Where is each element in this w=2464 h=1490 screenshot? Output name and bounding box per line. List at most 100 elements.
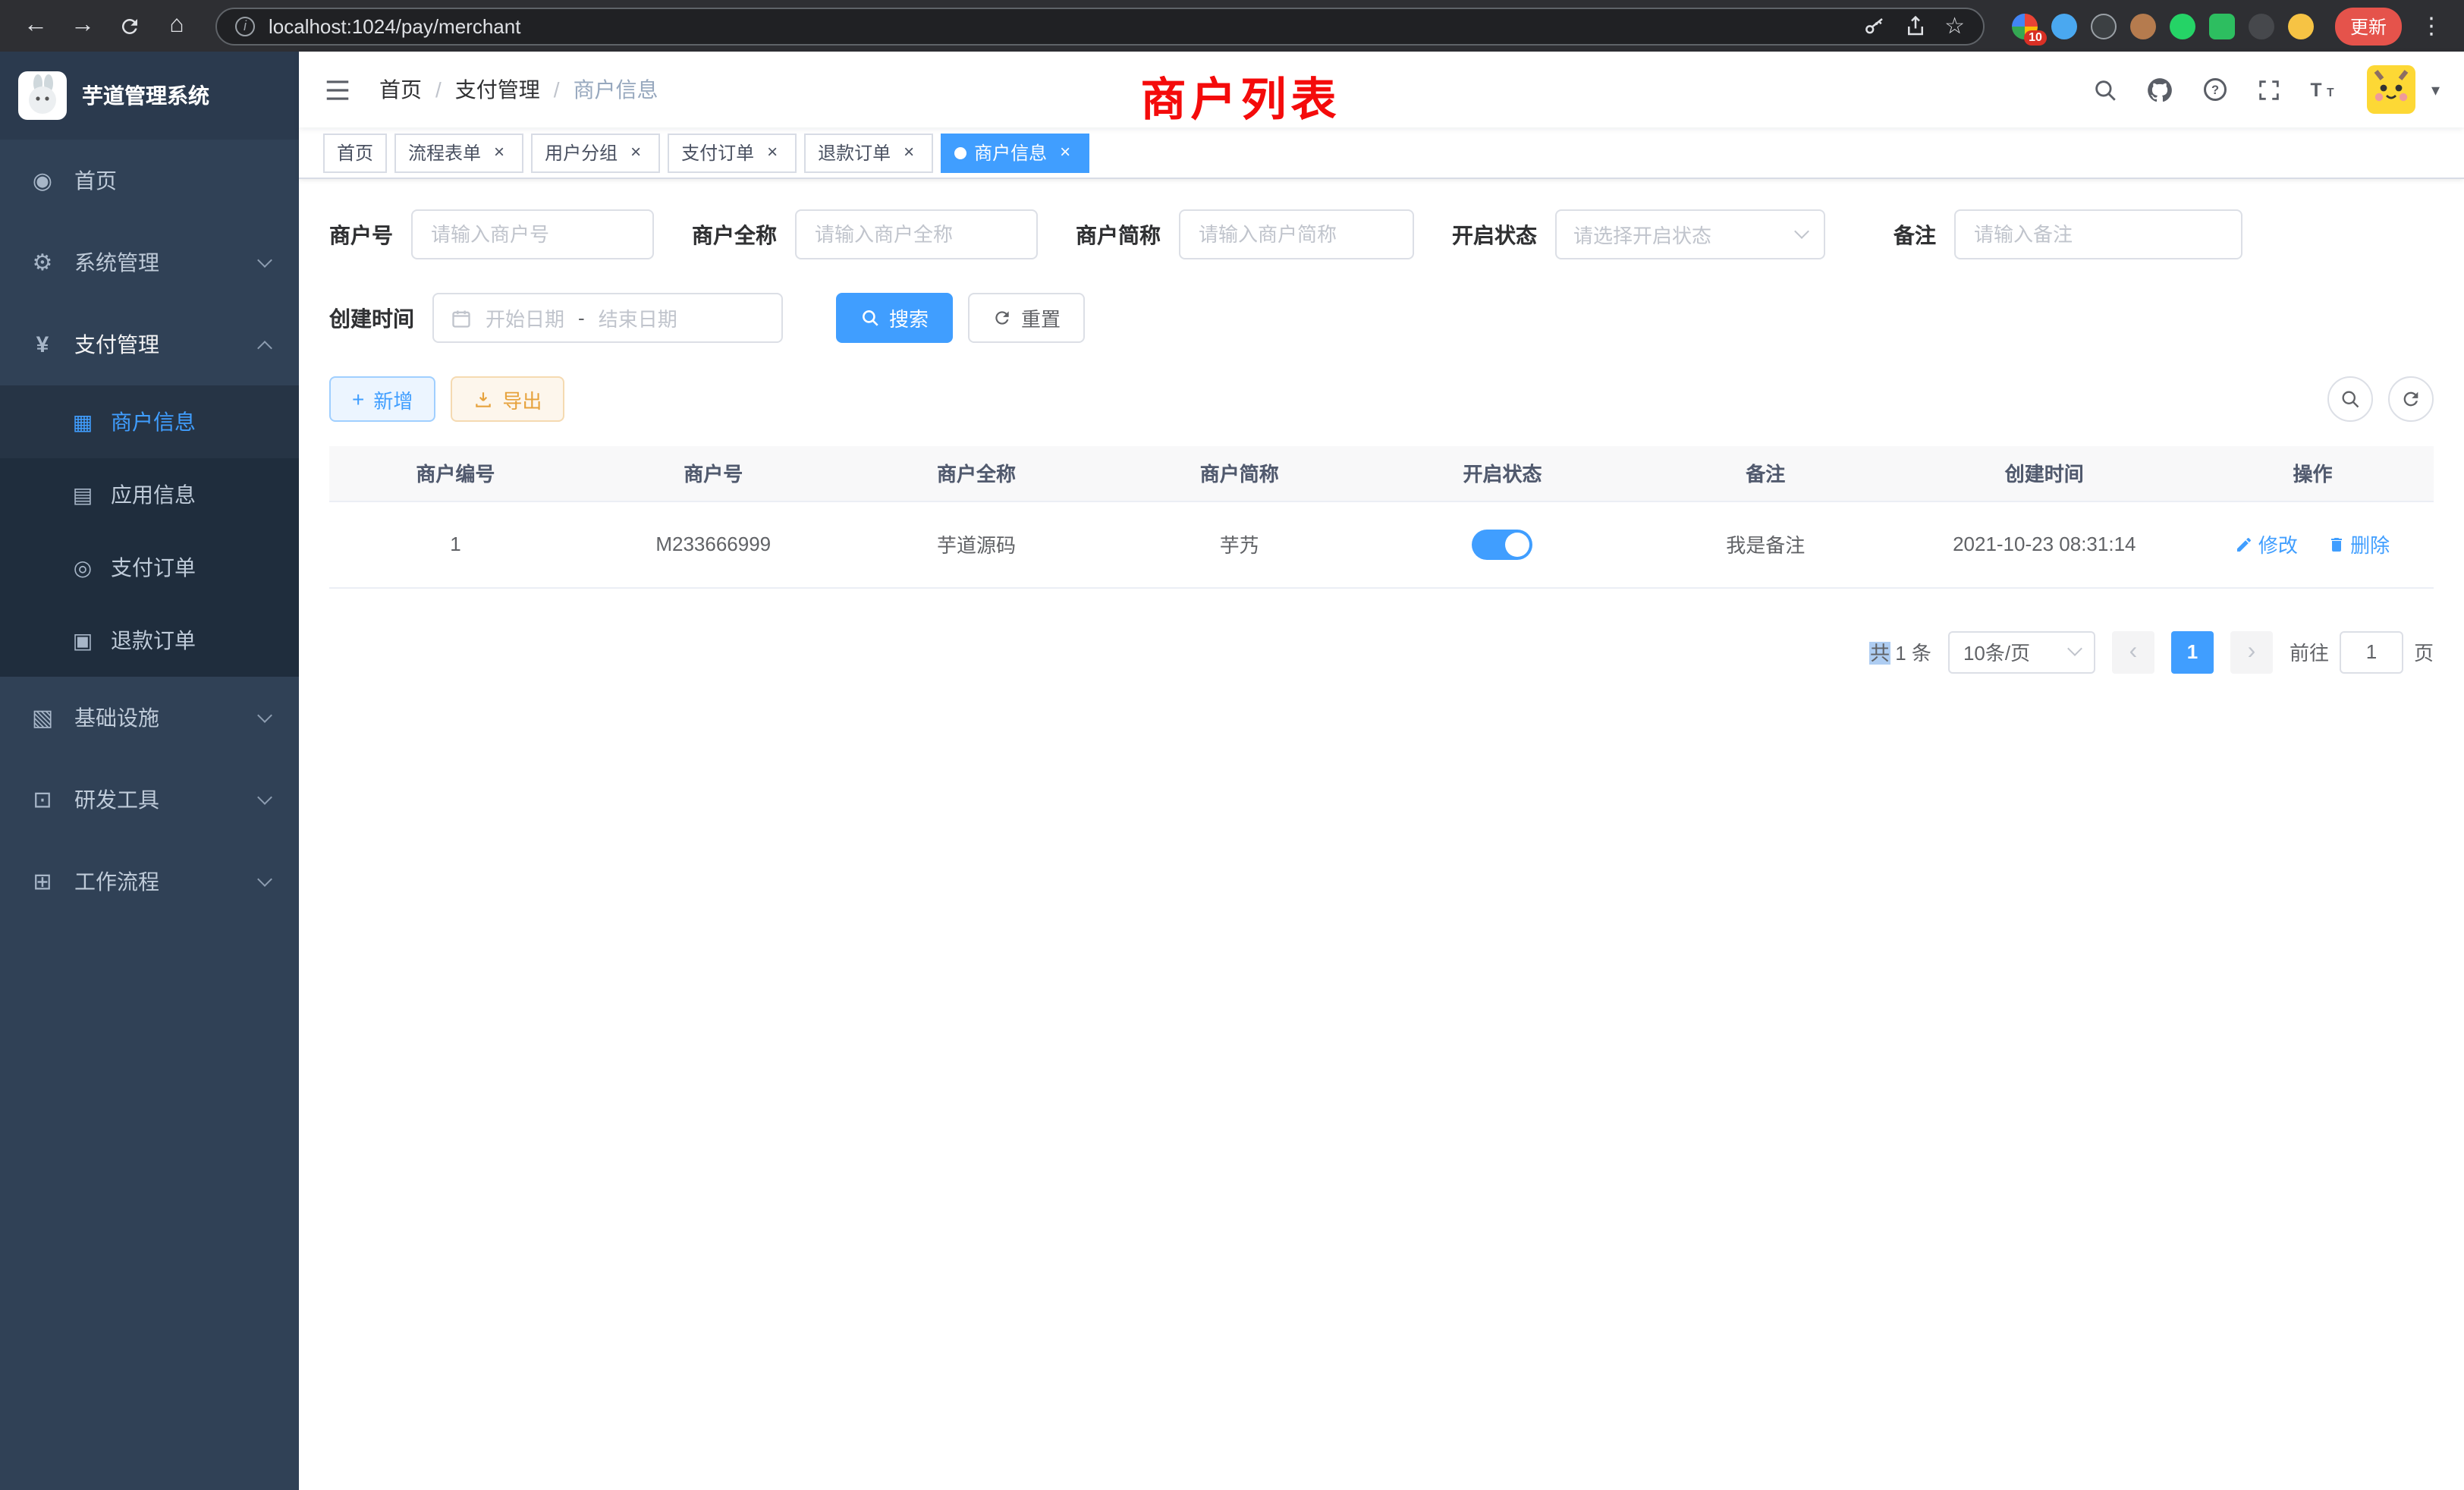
sidebar-item-payment[interactable]: ¥ 支付管理 (0, 303, 299, 385)
url-bar[interactable]: i localhost:1024/pay/merchant ☆ (215, 7, 1985, 45)
breadcrumb: 首页 / 支付管理 / 商户信息 (379, 74, 658, 105)
tab-close-icon[interactable]: × (1054, 142, 1076, 163)
extension-icon-green-square[interactable] (2209, 13, 2235, 39)
tab-close-icon[interactable]: × (625, 142, 646, 163)
search-button[interactable]: 搜索 (836, 293, 953, 343)
svg-text:T: T (2311, 80, 2322, 101)
tab-close-icon[interactable]: × (489, 142, 510, 163)
breadcrumb-payment[interactable]: 支付管理 (455, 74, 540, 105)
cell-status (1371, 501, 1634, 587)
selected-text: 共 (1870, 642, 1890, 665)
share-icon[interactable] (1903, 14, 1926, 37)
back-button[interactable]: ← (15, 5, 56, 46)
tab-process-form[interactable]: 流程表单 × (394, 133, 523, 172)
tab-merchant-info[interactable]: 商户信息 × (941, 133, 1089, 172)
page-size-select[interactable]: 10条/页 (1948, 630, 2095, 673)
topbar-actions: ? TT ▾ (2093, 65, 2440, 114)
svg-text:?: ? (2212, 83, 2220, 97)
delete-link[interactable]: 删除 (2327, 530, 2390, 558)
cell-full-name: 芋道源码 (845, 501, 1108, 587)
col-header: 商户简称 (1108, 446, 1371, 501)
extension-icon-green-circle[interactable] (2170, 13, 2195, 39)
bookmark-star-icon[interactable]: ☆ (1944, 12, 1965, 39)
font-size-icon[interactable]: TT (2310, 77, 2340, 102)
tab-pay-order[interactable]: 支付订单 × (668, 133, 797, 172)
merchant-no-input[interactable] (411, 209, 654, 259)
total-text: 1 条 (1890, 642, 1931, 665)
refund-icon: ▣ (70, 627, 96, 653)
site-info-icon[interactable]: i (235, 16, 255, 36)
refresh-icon (2400, 388, 2422, 410)
goto-page-input[interactable] (2340, 630, 2403, 673)
cell-merchant-no: M233666999 (582, 501, 845, 587)
table-row: 1 M233666999 芋道源码 芋艿 我是备注 2021-10-23 08:… (329, 501, 2434, 587)
tab-label: 商户信息 (974, 140, 1047, 165)
sidebar-item-workflow[interactable]: ⊞ 工作流程 (0, 841, 299, 923)
sidebar-item-pay-order[interactable]: ◎ 支付订单 (0, 531, 299, 604)
sidebar-item-infrastructure[interactable]: ▧ 基础设施 (0, 677, 299, 759)
sidebar-item-refund-order[interactable]: ▣ 退款订单 (0, 604, 299, 677)
tab-close-icon[interactable]: × (762, 142, 783, 163)
reload-button[interactable] (109, 5, 150, 46)
remark-input[interactable] (1954, 209, 2242, 259)
tab-home[interactable]: 首页 (323, 133, 387, 172)
workflow-icon: ⊞ (29, 868, 56, 895)
link-label: 修改 (2258, 530, 2298, 558)
sidebar-fold-icon[interactable] (323, 75, 352, 104)
avatar-caret-icon[interactable]: ▾ (2431, 80, 2440, 99)
breadcrumb-home[interactable]: 首页 (379, 74, 422, 105)
home-button[interactable]: ⌂ (156, 5, 197, 46)
dashboard-icon: ◉ (29, 167, 56, 194)
date-range-picker[interactable]: 开始日期 - 结束日期 (432, 293, 783, 343)
browser-menu-icon[interactable]: ⋮ (2414, 12, 2449, 39)
edit-link[interactable]: 修改 (2236, 530, 2298, 558)
export-button[interactable]: 导出 (451, 376, 564, 422)
extension-icon-dark[interactable] (2091, 13, 2117, 39)
sidebar-item-system[interactable]: ⚙ 系统管理 (0, 222, 299, 303)
reset-button[interactable]: 重置 (968, 293, 1085, 343)
sidebar-item-label: 研发工具 (74, 784, 159, 815)
forward-button[interactable]: → (62, 5, 103, 46)
status-select[interactable]: 请选择开启状态 (1555, 209, 1825, 259)
sidebar-item-app-info[interactable]: ▤ 应用信息 (0, 458, 299, 531)
tab-user-group[interactable]: 用户分组 × (531, 133, 660, 172)
add-button[interactable]: + 新增 (329, 376, 435, 422)
tab-close-icon[interactable]: × (898, 142, 919, 163)
refresh-table-button[interactable] (2388, 376, 2434, 422)
short-name-input[interactable] (1179, 209, 1414, 259)
toggle-search-button[interactable] (2327, 376, 2373, 422)
extension-icon-emoji[interactable] (2288, 13, 2314, 39)
sidebar-item-label: 退款订单 (111, 625, 196, 655)
user-avatar[interactable] (2368, 65, 2416, 114)
filter-label: 备注 (1894, 219, 1936, 250)
sidebar-item-dev-tools[interactable]: ⊡ 研发工具 (0, 759, 299, 841)
topbar: 首页 / 支付管理 / 商户信息 商户列表 ? (299, 52, 2464, 127)
filter-label: 商户全称 (692, 219, 777, 250)
button-label: 新增 (373, 385, 413, 413)
extensions-area: 10 (2012, 13, 2314, 39)
search-icon[interactable] (2093, 77, 2119, 102)
status-toggle[interactable] (1472, 529, 1533, 559)
current-page-button[interactable]: 1 (2171, 630, 2214, 673)
extension-icon-avatar[interactable] (2130, 13, 2156, 39)
next-page-button[interactable]: › (2230, 630, 2273, 673)
tab-refund-order[interactable]: 退款订单 × (804, 133, 933, 172)
col-header: 创建时间 (1897, 446, 2192, 501)
extension-icon-drop[interactable] (2051, 13, 2077, 39)
app-logo-row[interactable]: 芋道管理系统 (0, 52, 299, 140)
key-icon[interactable] (1862, 14, 1885, 37)
prev-page-button[interactable]: ‹ (2112, 630, 2154, 673)
filter-short-name: 商户简称 (1076, 209, 1414, 259)
github-icon[interactable] (2146, 75, 2175, 104)
full-name-input[interactable] (795, 209, 1038, 259)
help-icon[interactable]: ? (2202, 76, 2230, 103)
browser-update-button[interactable]: 更新 (2335, 7, 2402, 45)
col-header: 开启状态 (1371, 446, 1634, 501)
extension-icon-paw[interactable] (2249, 13, 2274, 39)
cell-id: 1 (329, 501, 582, 587)
fullscreen-icon[interactable] (2257, 77, 2283, 102)
sidebar-item-home[interactable]: ◉ 首页 (0, 140, 299, 222)
button-label: 导出 (502, 385, 542, 413)
extensions-puzzle-icon[interactable]: 10 (2012, 13, 2038, 39)
sidebar-item-merchant-info[interactable]: ▦ 商户信息 (0, 385, 299, 458)
